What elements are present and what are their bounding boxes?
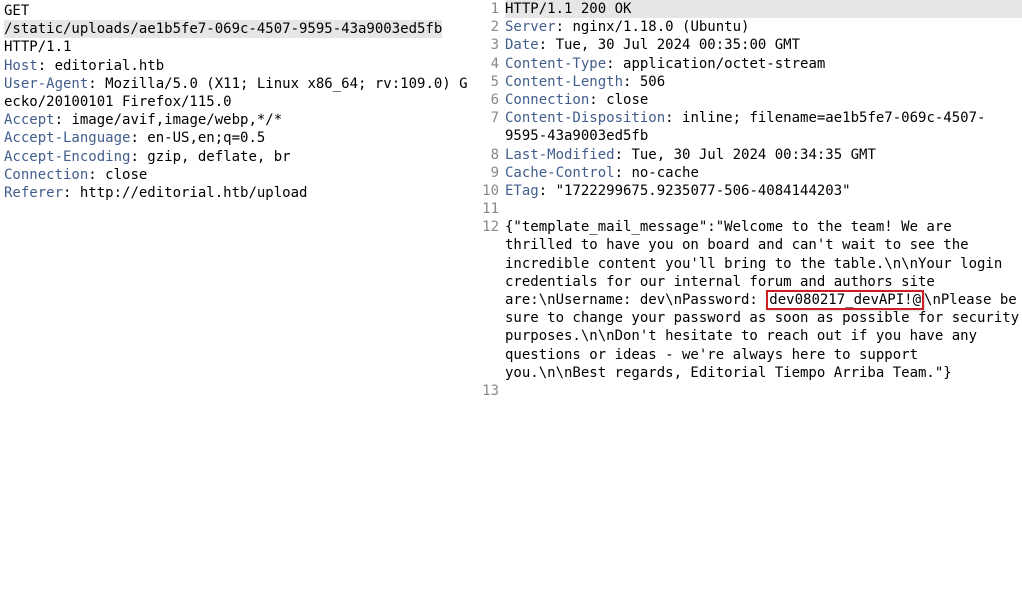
line-number: 5 [481,73,505,91]
line-number: 13 [481,382,505,400]
request-header-connection: Connection: close [4,166,476,184]
response-header-content-type: 4 Content-Type: application/octet-stream [481,55,1022,73]
response-header-server: 2 Server: nginx/1.18.0 (Ubuntu) [481,18,1022,36]
line-number: 8 [481,146,505,164]
line-number: 7 [481,109,505,127]
line-number: 2 [481,18,505,36]
request-header-host: Host: editorial.htb [4,57,476,75]
response-header-content-disposition: 7 Content-Disposition: inline; filename=… [481,109,1022,145]
response-blank-line: 11 [481,200,1022,218]
response-header-last-modified: 8 Last-Modified: Tue, 30 Jul 2024 00:34:… [481,146,1022,164]
response-pane: 1 HTTP/1.1 200 OK 2 Server: nginx/1.18.0… [480,0,1022,614]
response-header-date: 3 Date: Tue, 30 Jul 2024 00:35:00 GMT [481,36,1022,54]
response-header-connection: 6 Connection: close [481,91,1022,109]
request-header-accept-encoding: Accept-Encoding: gzip, deflate, br [4,148,476,166]
request-path: /static/uploads/ae1b5fe7-069c-4507-9595-… [4,20,442,38]
response-body: 12 {"template_mail_message":"Welcome to … [481,218,1022,382]
line-number: 1 [481,0,505,18]
response-status-line: 1 HTTP/1.1 200 OK [481,0,1022,18]
request-protocol: HTTP/1.1 [4,38,476,56]
response-trailing-line: 13 [481,382,1022,400]
line-number: 11 [481,200,505,218]
response-header-content-length: 5 Content-Length: 506 [481,73,1022,91]
line-number: 4 [481,55,505,73]
credential-highlight: dev080217_devAPI!@ [766,290,924,310]
line-number: 3 [481,36,505,54]
request-method: GET [4,2,476,20]
line-number: 12 [481,218,505,236]
response-header-cache-control: 9 Cache-Control: no-cache [481,164,1022,182]
request-header-user-agent: User-Agent: Mozilla/5.0 (X11; Linux x86_… [4,75,476,111]
request-header-referer: Referer: http://editorial.htb/upload [4,184,476,202]
request-header-accept-language: Accept-Language: en-US,en;q=0.5 [4,129,476,147]
request-header-accept: Accept: image/avif,image/webp,*/* [4,111,476,129]
line-number: 10 [481,182,505,200]
line-number: 9 [481,164,505,182]
line-number: 6 [481,91,505,109]
response-header-etag: 10 ETag: "1722299675.9235077-506-4084144… [481,182,1022,200]
request-pane: GET /static/uploads/ae1b5fe7-069c-4507-9… [0,0,480,614]
